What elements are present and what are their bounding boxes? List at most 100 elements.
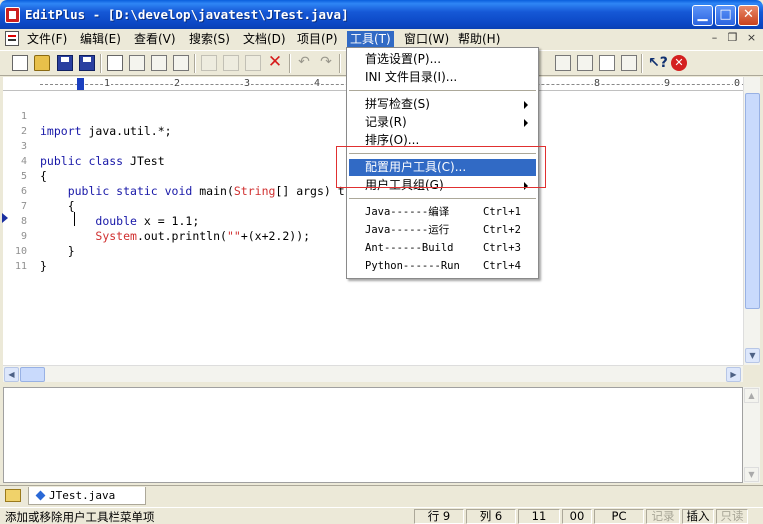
- mdi-close-button[interactable]: ×: [745, 32, 758, 45]
- menu-project[interactable]: 项目(P): [294, 31, 341, 48]
- column-select-icon[interactable]: [621, 55, 637, 71]
- code-line: 11: [3, 244, 31, 272]
- scroll-up-arrow-icon[interactable]: ▲: [744, 388, 759, 403]
- minimize-icon: ▁: [697, 7, 708, 22]
- status-field-2: 00: [562, 509, 592, 524]
- mdi-minimize-button[interactable]: –: [708, 32, 721, 45]
- output-vertical-scrollbar[interactable]: ▲ ▼: [743, 387, 760, 483]
- menu-item-label: 记录(R): [365, 115, 407, 129]
- toolbar-separator: [339, 54, 341, 73]
- code-text: JTest: [123, 154, 165, 168]
- status-column: 列 6: [466, 509, 516, 524]
- menu-view[interactable]: 查看(V): [131, 31, 179, 48]
- menu-item-label: 排序(O)...: [365, 133, 420, 147]
- status-readonly[interactable]: 只读: [716, 509, 748, 524]
- menu-edit[interactable]: 编辑(E): [77, 31, 124, 48]
- editor-horizontal-scrollbar[interactable]: ◀ ▶: [3, 365, 743, 382]
- open-folder-icon[interactable]: [34, 55, 50, 71]
- editplus-app-icon[interactable]: [5, 7, 20, 23]
- preview-icon[interactable]: [173, 55, 189, 71]
- menu-item-ini-directory[interactable]: INI 文件目录(I)...: [349, 69, 536, 86]
- code-line: 6 {: [3, 169, 75, 213]
- menu-item-label: INI 文件目录(I)...: [365, 70, 458, 84]
- save-all-icon[interactable]: [79, 55, 95, 71]
- code-text: java.util.*;: [81, 124, 172, 138]
- copy-icon[interactable]: [223, 55, 239, 71]
- scroll-left-arrow-icon[interactable]: ◀: [4, 367, 19, 382]
- menu-item-label: Python------Run: [365, 260, 460, 272]
- scroll-down-arrow-icon[interactable]: ▼: [744, 467, 759, 482]
- menu-item-shortcut: Ctrl+3: [483, 242, 521, 254]
- print-preview-icon[interactable]: [107, 55, 123, 71]
- menu-file[interactable]: 文件(F): [24, 31, 70, 48]
- menu-window[interactable]: 窗口(W): [401, 31, 452, 48]
- status-row: 行 9: [414, 509, 464, 524]
- scroll-thumb[interactable]: [745, 93, 760, 309]
- tab-jtest-java[interactable]: JTest.java: [28, 487, 146, 505]
- minimize-button[interactable]: ▁: [692, 5, 713, 26]
- code-keyword: public static void: [67, 184, 193, 198]
- cut-icon[interactable]: [201, 55, 217, 71]
- code-text: }: [40, 259, 47, 273]
- code-text: .out.println(: [136, 229, 227, 243]
- menu-item-spell-check[interactable]: 拼写检查(S): [349, 96, 536, 113]
- menu-item-java-run[interactable]: Java------运行 Ctrl+2: [349, 222, 536, 239]
- folder-icon[interactable]: [5, 489, 21, 502]
- close-button[interactable]: ✕: [738, 5, 759, 26]
- scroll-right-arrow-icon[interactable]: ▶: [726, 367, 741, 382]
- menu-separator: [349, 198, 536, 199]
- menu-help[interactable]: 帮助(H): [455, 31, 503, 48]
- menu-item-record[interactable]: 记录(R): [349, 114, 536, 131]
- status-encoding[interactable]: PC: [594, 509, 644, 524]
- new-file-icon[interactable]: [12, 55, 28, 71]
- menu-item-preferences[interactable]: 首选设置(P)...: [349, 51, 536, 68]
- menu-item-python-run[interactable]: Python------Run Ctrl+4: [349, 258, 536, 275]
- ruler-icon[interactable]: [577, 55, 593, 71]
- document-tab-bar: JTest.java: [0, 485, 763, 506]
- mdi-restore-button[interactable]: ❐: [726, 32, 739, 45]
- text-caret: [74, 212, 75, 226]
- menu-item-java-compile[interactable]: Java------编译 Ctrl+1: [349, 204, 536, 221]
- output-window[interactable]: [3, 387, 743, 483]
- code-keyword: import: [40, 124, 82, 138]
- toolbar-separator: [641, 54, 643, 73]
- stop-icon[interactable]: ✕: [671, 55, 687, 71]
- maximize-button[interactable]: □: [715, 5, 736, 26]
- java-file-icon: [35, 490, 46, 501]
- code-line: 4 {: [3, 139, 47, 183]
- print-icon[interactable]: [129, 55, 145, 71]
- undo-icon[interactable]: ↶: [296, 55, 312, 71]
- delete-icon[interactable]: ✕: [267, 54, 283, 71]
- word-wrap-icon[interactable]: [555, 55, 571, 71]
- document-icon[interactable]: [5, 31, 19, 46]
- menu-item-label: Ant------Build: [365, 242, 454, 254]
- spell-check-icon[interactable]: [151, 55, 167, 71]
- ruler-mark: 0: [733, 77, 742, 90]
- redo-icon[interactable]: ↷: [318, 55, 334, 71]
- scroll-thumb[interactable]: [20, 367, 45, 382]
- tab-label: JTest.java: [49, 489, 116, 502]
- code-line: 8 System.out.println(""+(x+2.2));: [3, 199, 310, 243]
- title-bar[interactable]: EditPlus - [D:\develop\javatest\JTest.ja…: [0, 0, 763, 30]
- save-icon[interactable]: [57, 55, 73, 71]
- scrollbar-corner: [743, 365, 760, 382]
- scroll-down-arrow-icon[interactable]: ▼: [745, 348, 760, 363]
- status-message: 添加或移除用户工具栏菜单项: [5, 510, 155, 524]
- status-insert[interactable]: 插入: [682, 509, 714, 524]
- line-number-icon[interactable]: [599, 55, 615, 71]
- menu-item-ant-build[interactable]: Ant------Build Ctrl+3: [349, 240, 536, 257]
- code-string: "": [226, 229, 241, 243]
- code-text: +(x+2.2));: [240, 229, 311, 243]
- paste-icon[interactable]: [245, 55, 261, 71]
- code-line: 2: [3, 109, 31, 137]
- menu-search[interactable]: 搜索(S): [186, 31, 233, 48]
- menu-tools[interactable]: 工具(T): [347, 31, 394, 48]
- context-help-icon[interactable]: ↖?: [648, 55, 668, 71]
- menu-document[interactable]: 文档(D): [240, 31, 289, 48]
- editor-vertical-scrollbar[interactable]: ▼: [743, 77, 760, 365]
